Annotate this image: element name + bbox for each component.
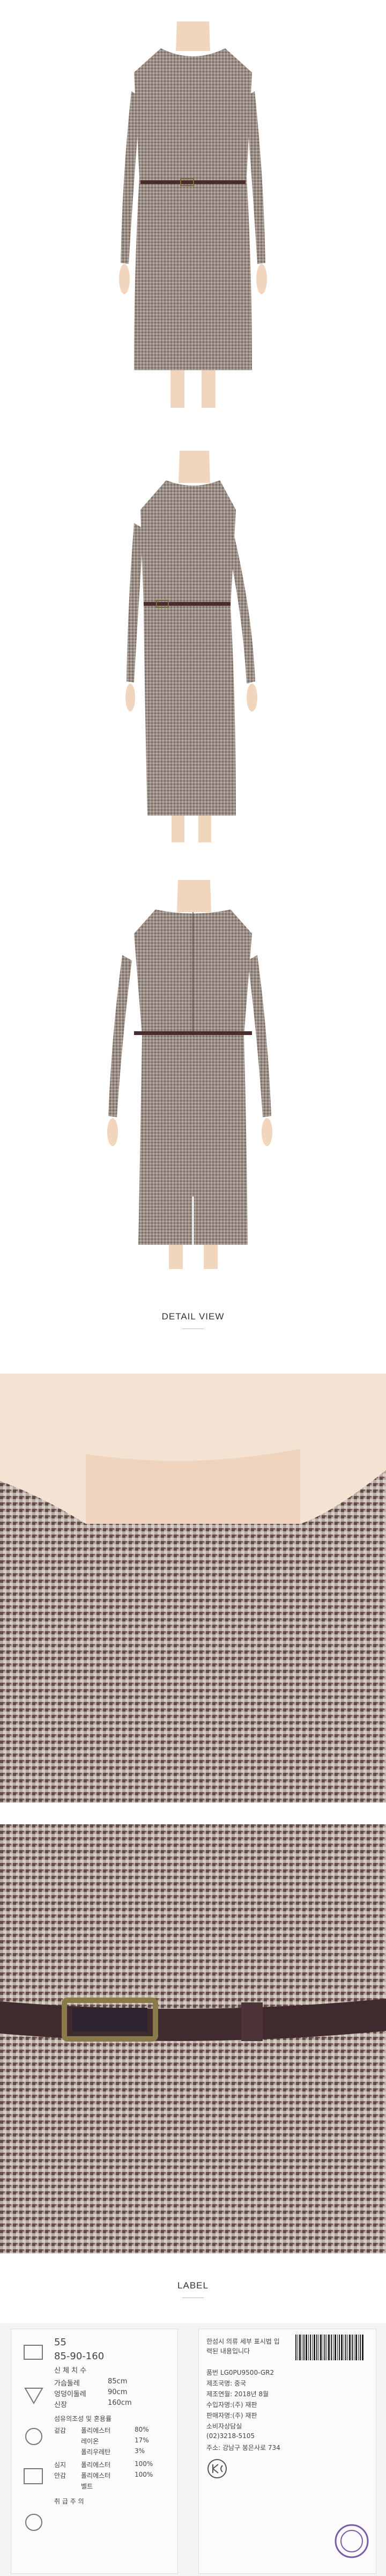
detail-photo-neckline xyxy=(0,1374,386,1803)
kc-mark-icon xyxy=(207,2459,227,2478)
address: 주소: 강남구 봉은사로 734 xyxy=(206,2444,280,2452)
care-label-tag: 55 85-90-160 신 체 치 수 가슴둘레 85cm 엉덩이둘레 90c… xyxy=(11,2329,178,2574)
pct-3: 3% xyxy=(135,2447,145,2455)
height-value: 160cm xyxy=(108,2399,132,2407)
hip-value: 90cm xyxy=(108,2388,128,2396)
pct-2: 17% xyxy=(135,2436,149,2444)
product-photo-side xyxy=(0,429,386,853)
care-heading: 취 급 주 의 xyxy=(54,2498,84,2505)
origin: 제조국명: 중국 xyxy=(206,2380,247,2387)
bust-value: 85cm xyxy=(108,2377,128,2386)
product-photo-front xyxy=(0,0,386,424)
item-number: 품번 LG0PU9500-GR2 xyxy=(206,2369,274,2376)
hip-label: 엉덩이둘레 xyxy=(54,2390,86,2398)
inspection-stamp-icon xyxy=(335,2524,369,2558)
shell-label: 겉감 xyxy=(54,2427,66,2434)
notice-line-1: 한섬시 의류 세부 표시법 입 xyxy=(206,2338,280,2345)
fiber-heading: 섬유의조성 및 혼용률 xyxy=(54,2415,112,2423)
care-symbols xyxy=(24,2345,43,2531)
fiber-3: 폴리우레탄 xyxy=(81,2448,111,2456)
lining-fiber: 폴리에스터 xyxy=(81,2461,111,2469)
detail-photo-belt xyxy=(0,1824,386,2254)
seller: 판매자명:(주) 재판 xyxy=(206,2412,257,2419)
bust-label: 가슴둘레 xyxy=(54,2380,80,2388)
fiber-2: 레이온 xyxy=(81,2438,99,2445)
size-number: 55 xyxy=(54,2337,66,2348)
section-title-label: LABEL xyxy=(177,2280,209,2291)
binding-fiber: 폴리에스터 xyxy=(81,2472,111,2479)
height-label: 신장 xyxy=(54,2401,67,2409)
size-measure: 85-90-160 xyxy=(54,2351,105,2362)
product-photo-back xyxy=(0,858,386,1282)
phone-number: (02)3218-5105 xyxy=(206,2432,255,2440)
barcode xyxy=(295,2335,363,2360)
pct-1: 80% xyxy=(135,2426,149,2433)
extra-item: 벨트 xyxy=(81,2483,93,2490)
notice-line-2: 력된 내용입니다 xyxy=(206,2347,250,2355)
binding-pct: 100% xyxy=(135,2471,153,2478)
lining-label: 심지 xyxy=(54,2461,66,2469)
importer: 수입자명:(주) 재판 xyxy=(206,2401,257,2409)
product-info-tag: 한섬시 의류 세부 표시법 입 력된 내용입니다 품번 LG0PU9500-GR… xyxy=(198,2329,376,2574)
size-heading: 신 체 치 수 xyxy=(54,2367,87,2375)
section-title-detail-view: DETAIL VIEW xyxy=(161,1311,225,1322)
label-photo: 55 85-90-160 신 체 치 수 가슴둘레 85cm 엉덩이둘레 90c… xyxy=(0,2323,386,2576)
fiber-1: 폴리에스터 xyxy=(81,2427,111,2434)
lining-pct: 100% xyxy=(135,2460,153,2468)
binding-label: 안감 xyxy=(54,2472,66,2479)
customer-service: 소비자상담실 xyxy=(206,2423,242,2430)
manufacture-date: 제조연월: 2018년 8월 xyxy=(206,2390,269,2398)
